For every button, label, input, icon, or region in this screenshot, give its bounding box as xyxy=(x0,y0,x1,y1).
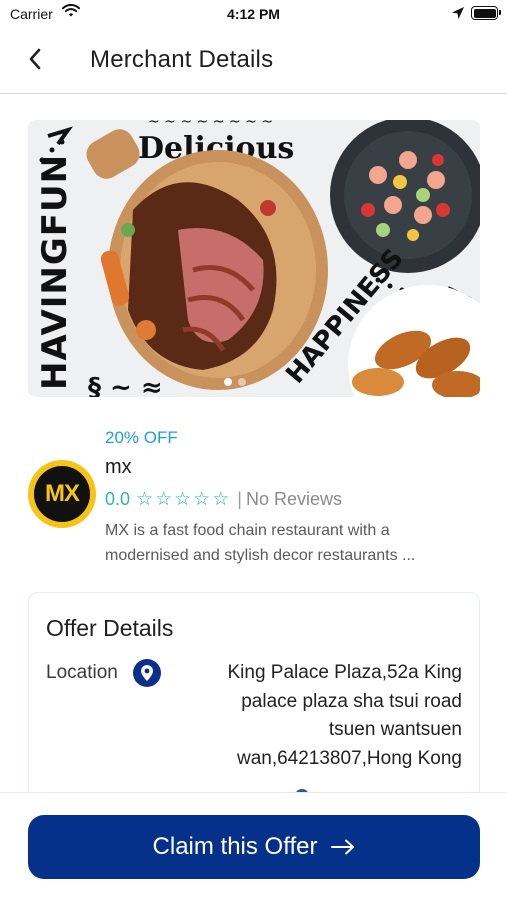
merchant-logo: MX xyxy=(28,460,96,528)
location-arrow-icon xyxy=(451,6,465,25)
star-outline-icon: ☆ xyxy=(212,489,230,510)
reviews-count: No Reviews xyxy=(245,489,342,509)
star-outline-icon: ☆ xyxy=(174,489,192,510)
rating-stars: ☆ ☆ ☆ ☆ ☆ xyxy=(136,490,229,509)
star-outline-icon: ☆ xyxy=(136,489,154,510)
offer-details-card: Offer Details Location King Palace Plaza… xyxy=(28,592,480,822)
claim-offer-label: Claim this Offer xyxy=(152,833,318,860)
banner-page-dot xyxy=(224,378,232,386)
rating-separator: | xyxy=(237,489,242,509)
bottom-action-bar: Claim this Offer xyxy=(0,792,507,900)
arrow-right-icon xyxy=(331,839,355,855)
claim-offer-button[interactable]: Claim this Offer xyxy=(28,815,480,879)
merchant-description: MX is a fast food chain restaurant with … xyxy=(105,522,416,564)
banner-text-havingfun: HAVINGFUN xyxy=(35,154,75,390)
rating-value: 0.0 xyxy=(105,489,131,509)
merchant-name: mx xyxy=(105,456,132,478)
location-address: King Palace Plaza,52a King palace plaza … xyxy=(227,662,463,769)
location-label: Location xyxy=(46,662,118,683)
status-bar: Carrier 4:12 PM xyxy=(0,0,507,28)
page-title: Merchant Details xyxy=(90,46,274,73)
star-outline-icon: ☆ xyxy=(155,489,173,510)
chevron-left-icon xyxy=(28,48,42,75)
rating-row[interactable]: 0.0 ☆ ☆ ☆ ☆ ☆ | No Reviews xyxy=(105,489,342,510)
svg-text:~ ~ ~ ~ ~ ~ ~ ~: ~ ~ ~ ~ ~ ~ ~ ~ xyxy=(148,120,273,130)
banner-page-dot xyxy=(238,378,246,386)
discount-label: 20% OFF xyxy=(105,428,178,447)
map-pin-icon[interactable] xyxy=(133,659,161,687)
merchant-banner-image[interactable]: Delicious ~ ~ ~ ~ ~ ~ ~ ~ HAVINGFUN HAPP… xyxy=(28,120,480,397)
nav-bar: Merchant Details xyxy=(0,28,507,94)
offer-details-title: Offer Details xyxy=(46,615,174,641)
back-button[interactable] xyxy=(20,46,50,76)
clock-time: 4:12 PM xyxy=(227,6,280,22)
merchant-logo-text: MX xyxy=(45,480,80,507)
svg-text:§ ~ ≈: § ~ ≈ xyxy=(88,373,163,397)
battery-icon xyxy=(471,6,501,20)
star-outline-icon: ☆ xyxy=(193,489,211,510)
